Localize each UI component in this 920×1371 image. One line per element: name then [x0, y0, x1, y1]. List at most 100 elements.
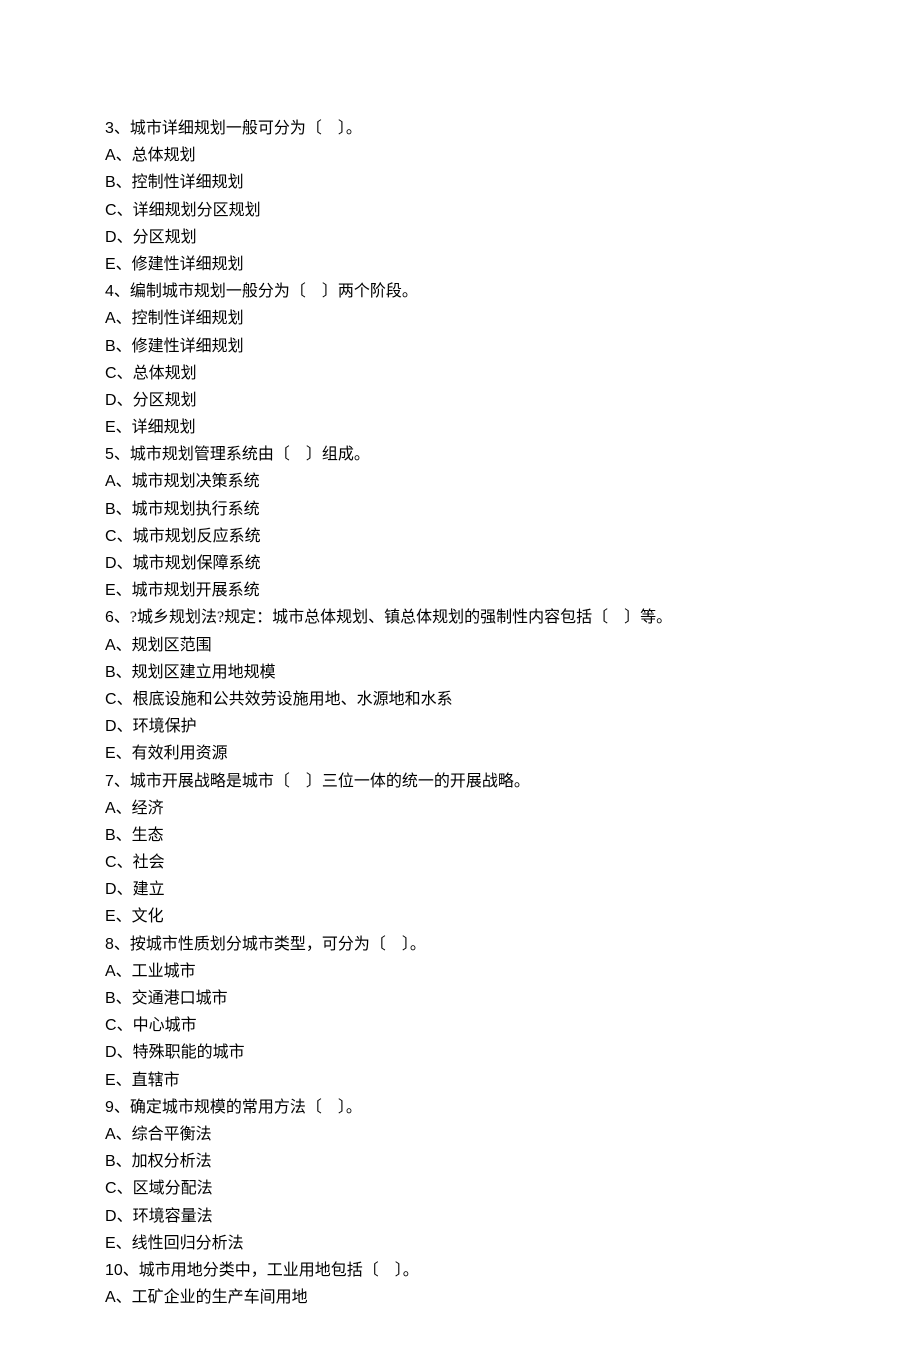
option-text: 、环境容量法: [117, 1208, 213, 1225]
option-text: 、规划区范围: [116, 637, 212, 654]
option-text: 、规划区建立用地规模: [116, 664, 276, 681]
option-a: A、工矿企业的生产车间用地: [105, 1284, 815, 1311]
option-text: 、中心城市: [117, 1017, 197, 1034]
option-text: 、建立: [117, 881, 165, 898]
option-letter: A: [105, 473, 116, 490]
option-text: 、生态: [116, 827, 164, 844]
option-d: D、环境保护: [105, 713, 815, 740]
question-number: 3: [105, 120, 114, 137]
option-letter: D: [105, 881, 117, 898]
option-text: 、环境保护: [117, 718, 197, 735]
option-d: D、特殊职能的城市: [105, 1039, 815, 1066]
question-3: 3、城市详细规划一般可分为〔 〕。A、总体规划B、控制性详细规划C、详细规划分区…: [105, 115, 815, 278]
option-c: C、城市规划反应系统: [105, 523, 815, 550]
option-c: C、区域分配法: [105, 1175, 815, 1202]
option-b: B、控制性详细规划: [105, 169, 815, 196]
option-b: B、交通港口城市: [105, 985, 815, 1012]
option-b: B、加权分析法: [105, 1148, 815, 1175]
question-text: 8、按城市性质划分城市类型，可分为〔 〕。: [105, 931, 815, 958]
option-e: E、有效利用资源: [105, 740, 815, 767]
option-letter: A: [105, 1289, 116, 1306]
question-stem: 、确定城市规模的常用方法〔 〕。: [114, 1099, 362, 1116]
question-8: 8、按城市性质划分城市类型，可分为〔 〕。A、工业城市B、交通港口城市C、中心城…: [105, 931, 815, 1094]
option-text: 、特殊职能的城市: [117, 1044, 245, 1061]
option-text: 、经济: [116, 800, 164, 817]
question-9: 9、确定城市规模的常用方法〔 〕。 A、综合平衡法 B、加权分析法C、区域分配法D、…: [105, 1094, 815, 1257]
question-number: 9: [105, 1099, 114, 1116]
question-stem: 、城市开展战略是城市〔 〕三位一体的统一的开展战略。: [114, 773, 530, 790]
question-stem: 、编制城市规划一般分为〔 〕两个阶段。: [114, 283, 418, 300]
option-text: 、工业城市: [116, 963, 196, 980]
question-text: 6、?城乡规划法?规定：城市总体规划、镇总体规划的强制性内容包括〔 〕等。: [105, 604, 815, 631]
option-letter: A: [105, 637, 116, 654]
option-d: D、环境容量法: [105, 1203, 815, 1230]
question-number: 5: [105, 446, 114, 463]
option-text: 、工矿企业的生产车间用地: [116, 1289, 308, 1306]
option-c: C、中心城市: [105, 1012, 815, 1039]
question-10: 10、城市用地分类中，工业用地包括〔 〕。A、工矿企业的生产车间用地: [105, 1257, 815, 1311]
option-c: C、详细规划分区规划: [105, 197, 815, 224]
option-b: B、规划区建立用地规模: [105, 659, 815, 686]
option-text: 、根底设施和公共效劳设施用地、水源地和水系: [117, 691, 453, 708]
option-letter: A: [105, 310, 116, 327]
option-d: D、城市规划保障系统: [105, 550, 815, 577]
option-e: E、详细规划: [105, 414, 815, 441]
option-letter: C: [105, 691, 117, 708]
question-stem: 、城市详细规划一般可分为〔 〕。: [114, 120, 362, 137]
option-text: 、交通港口城市: [116, 990, 228, 1007]
option-text: 、总体规划: [116, 147, 196, 164]
option-text: 、有效利用资源: [116, 745, 228, 762]
option-letter: E: [105, 1072, 116, 1089]
option-a: A、城市规划决策系统: [105, 468, 815, 495]
question-text: 7、城市开展战略是城市〔 〕三位一体的统一的开展战略。: [105, 768, 815, 795]
option-text: 、城市规划决策系统: [116, 473, 260, 490]
option-c: C、总体规划: [105, 360, 815, 387]
option-e: E、城市规划开展系统: [105, 577, 815, 604]
option-a: A、总体规划: [105, 142, 815, 169]
option-letter: E: [105, 256, 116, 273]
option-d: D、分区规划: [105, 224, 815, 251]
option-letter: C: [105, 528, 117, 545]
question-number: 10: [105, 1262, 123, 1279]
option-text: 、城市规划反应系统: [117, 528, 261, 545]
option-a: A、经济: [105, 795, 815, 822]
option-text: 、分区规划: [117, 392, 197, 409]
option-letter: C: [105, 1017, 117, 1034]
question-text: 9、确定城市规模的常用方法〔 〕。: [105, 1094, 815, 1121]
question-stem: 、?城乡规划法?规定：城市总体规划、镇总体规划的强制性内容包括〔 〕等。: [114, 609, 672, 626]
question-stem: 、按城市性质划分城市类型，可分为〔 〕。: [114, 936, 426, 953]
option-letter: C: [105, 365, 117, 382]
option-text: 、修建性详细规划: [116, 256, 244, 273]
option-text: 、文化: [116, 908, 164, 925]
question-number: 7: [105, 773, 114, 790]
option-letter: D: [105, 229, 117, 246]
option-text: 、直辖市: [116, 1072, 180, 1089]
question-text: 5、城市规划管理系统由〔 〕组成。: [105, 441, 815, 468]
option-text: 、控制性详细规划: [116, 310, 244, 327]
option-text: 、社会: [117, 854, 165, 871]
option-text: 、分区规划: [117, 229, 197, 246]
question-stem: 、城市规划管理系统由〔 〕组成。: [114, 446, 370, 463]
question-6: 6、?城乡规划法?规定：城市总体规划、镇总体规划的强制性内容包括〔 〕等。A、规…: [105, 604, 815, 767]
option-letter: C: [105, 202, 117, 219]
option-e: E、修建性详细规划: [105, 251, 815, 278]
option-letter: B: [105, 664, 116, 681]
option-letter: C: [105, 1180, 117, 1197]
option-letter: A: [105, 1126, 116, 1143]
option-text: 、综合平衡法: [116, 1126, 212, 1143]
option-letter: B: [105, 338, 116, 355]
question-number: 4: [105, 283, 114, 300]
option-letter: E: [105, 419, 116, 436]
question-text: 4、编制城市规划一般分为〔 〕两个阶段。: [105, 278, 815, 305]
option-letter: E: [105, 582, 116, 599]
option-a: A、规划区范围: [105, 632, 815, 659]
option-b: B、修建性详细规划: [105, 333, 815, 360]
option-letter: B: [105, 990, 116, 1007]
option-letter: B: [105, 174, 116, 191]
question-text: 3、城市详细规划一般可分为〔 〕。: [105, 115, 815, 142]
option-text: 、城市规划开展系统: [116, 582, 260, 599]
option-text: 、总体规划: [117, 365, 197, 382]
option-text: 、详细规划: [116, 419, 196, 436]
option-text: 、加权分析法: [116, 1153, 212, 1170]
option-a: A、工业城市: [105, 958, 815, 985]
